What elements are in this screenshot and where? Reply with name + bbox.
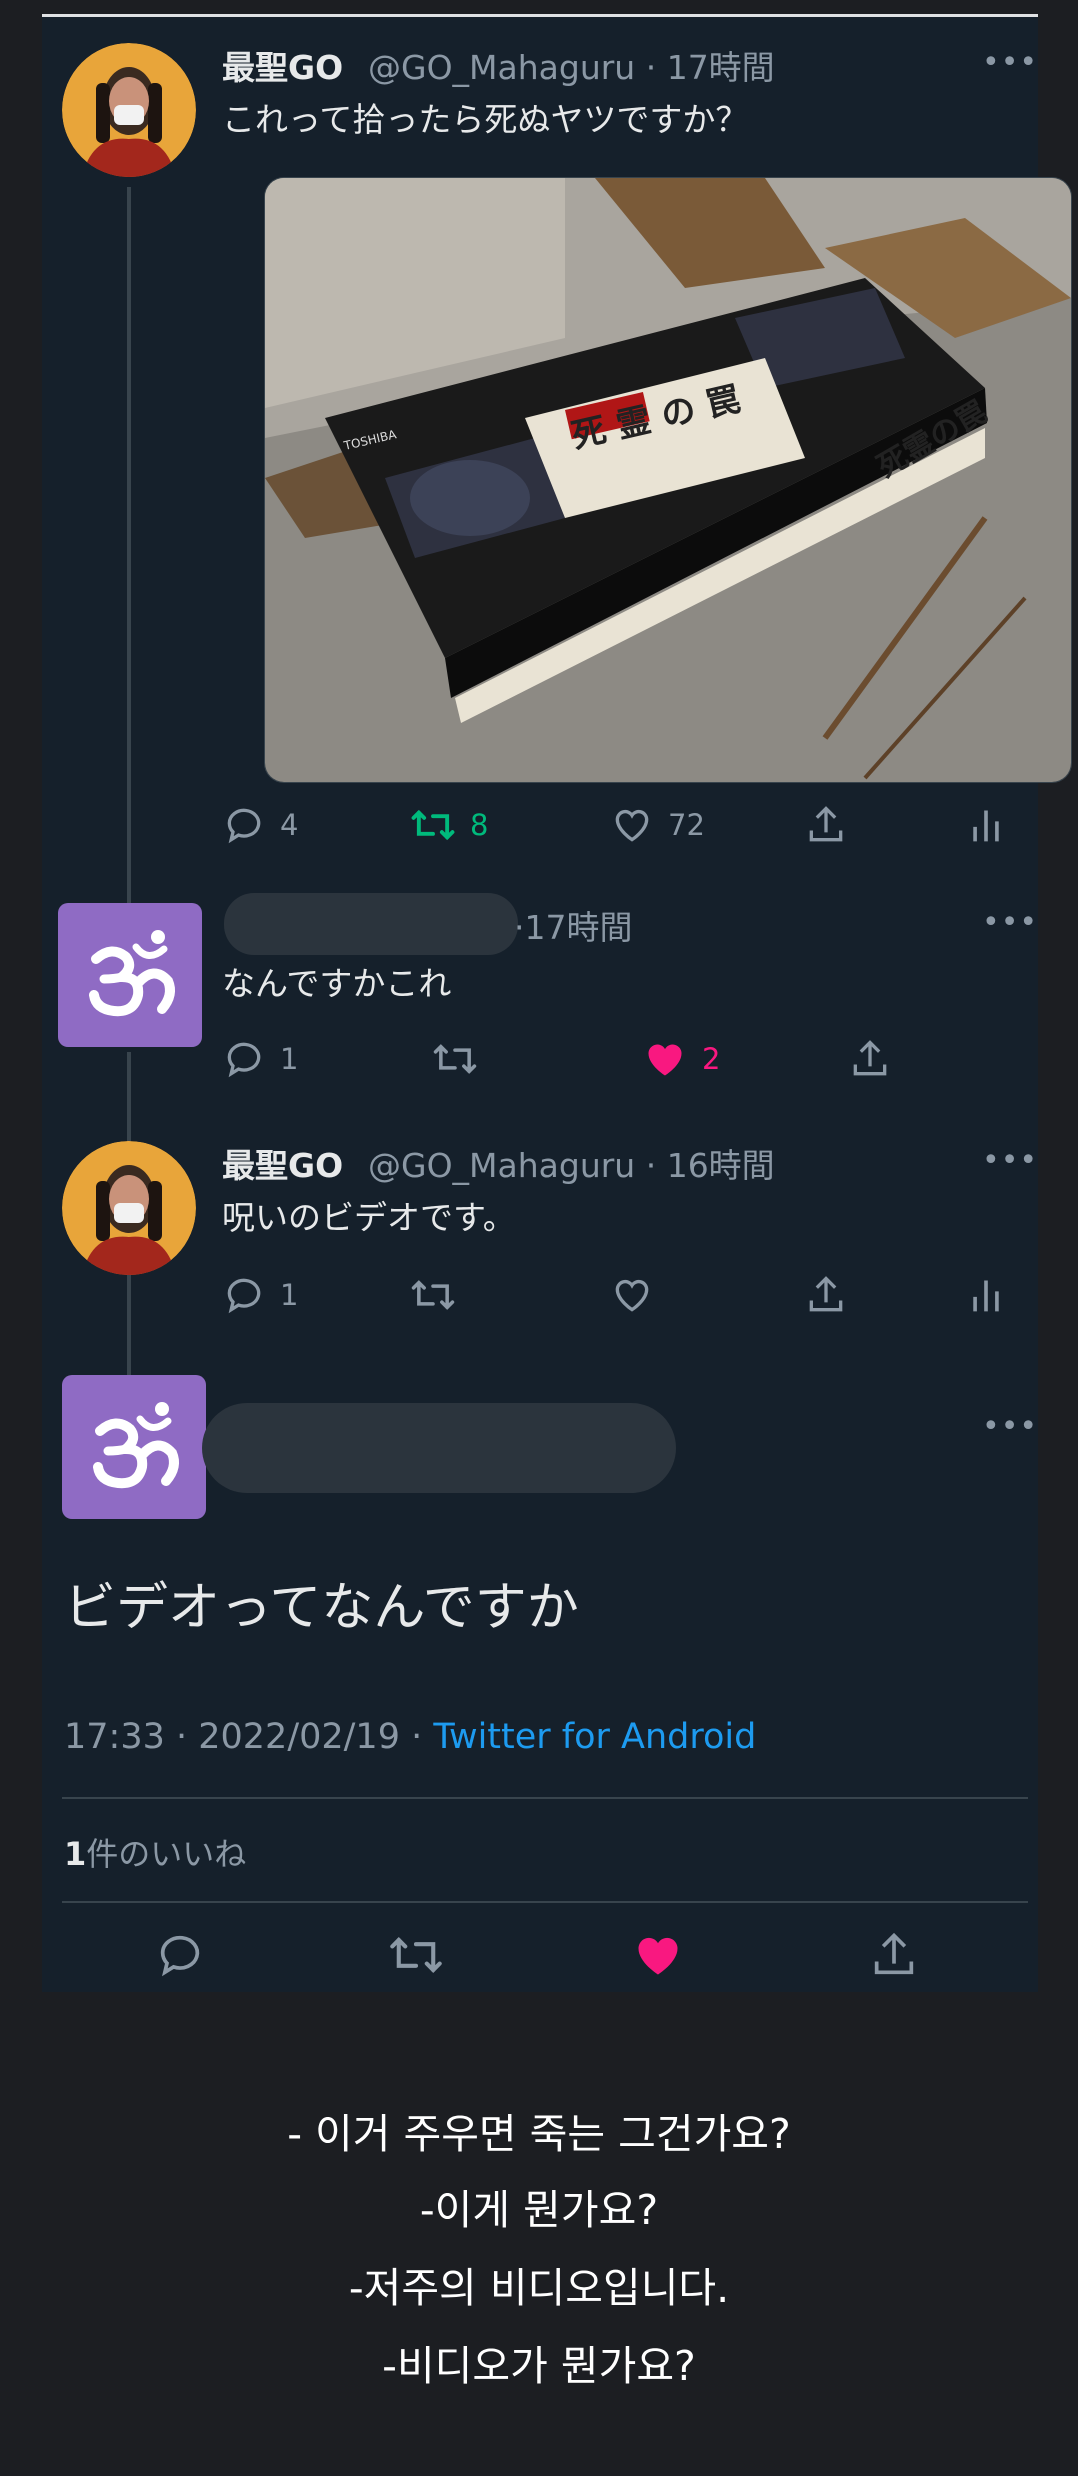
tweet-photo[interactable]: 死 霊 の 罠 死霊の罠 TOSHIBA <box>264 177 1072 783</box>
retweet-button[interactable] <box>432 1037 478 1081</box>
like-button[interactable]: 2 <box>642 1037 720 1081</box>
om-avatar[interactable] <box>58 903 202 1047</box>
thread-line-3 <box>127 1272 131 1382</box>
avatar[interactable] <box>62 43 196 177</box>
retweet-icon <box>411 1280 455 1310</box>
like-count: 72 <box>668 808 705 842</box>
retweet-icon <box>390 1937 442 1973</box>
analytics-icon <box>973 810 999 842</box>
share-button[interactable] <box>868 1929 920 1981</box>
like-button[interactable] <box>610 1273 654 1317</box>
reply-icon <box>227 1278 261 1314</box>
reply-icon <box>160 1935 200 1977</box>
like-count: 2 <box>702 1042 721 1076</box>
divider <box>62 1901 1028 1903</box>
like-button[interactable] <box>630 1929 686 1981</box>
share-icon <box>809 806 843 842</box>
likes-label: 件のいいね <box>86 1835 247 1873</box>
likes-summary[interactable]: 1件のいいね <box>64 1829 246 1875</box>
like-button[interactable]: 72 <box>610 803 705 847</box>
share-button[interactable] <box>848 1037 892 1081</box>
share-icon <box>809 1276 843 1312</box>
like-icon <box>648 1044 682 1076</box>
analytics-button[interactable] <box>966 803 1006 847</box>
like-icon <box>615 810 649 842</box>
reply-icon <box>227 1042 261 1078</box>
reply-button[interactable] <box>154 1929 206 1981</box>
reply-button[interactable]: 1 <box>222 1273 298 1317</box>
source-link[interactable]: Twitter for Android <box>433 1717 756 1757</box>
caption-line-1: - 이거 주우면 죽는 그건가요? <box>287 2110 791 2158</box>
tweet-text: これって拾ったら死ぬヤツですか？ <box>222 100 749 139</box>
divider <box>62 1797 1028 1799</box>
timestamp-text: 17:33 · 2022/02/19 · <box>64 1717 434 1757</box>
retweet-icon <box>411 809 455 841</box>
thread-line-2 <box>127 1052 131 1147</box>
retweet-count: 8 <box>470 808 489 842</box>
reply-text: なんですかこれ <box>222 964 452 1003</box>
handle-and-time[interactable]: @GO_Mahaguru · 17時間 <box>368 41 775 89</box>
analytics-icon <box>973 1280 999 1312</box>
redacted-username <box>202 1403 676 1493</box>
tweet-timestamp: 17:33 · 2022/02/19 · Twitter for Android <box>64 1717 756 1757</box>
caption-line-2: -이게 뭔가요? <box>419 2186 659 2234</box>
om-avatar[interactable] <box>62 1375 206 1519</box>
share-button[interactable] <box>804 1273 848 1317</box>
share-icon <box>874 1932 914 1975</box>
caption-line-3: -저주의 비디오입니다. <box>348 2264 730 2312</box>
like-icon <box>615 1280 649 1312</box>
likes-count: 1 <box>64 1835 87 1873</box>
reply-count: 1 <box>280 1278 299 1312</box>
more-icon[interactable]: ••• <box>982 1143 1038 1178</box>
avatar[interactable] <box>62 1141 196 1275</box>
focus-tweet-text: ビデオってなんですか <box>64 1578 579 1638</box>
share-icon <box>853 1040 887 1076</box>
tweet-thread-panel: 最聖GO @GO_Mahaguru · 17時間 ••• これって拾ったら死ぬヤ… <box>42 17 1072 1992</box>
display-name[interactable]: 最聖GO <box>222 41 343 89</box>
reply-icon <box>227 808 261 844</box>
reply-button[interactable]: 1 <box>222 1037 298 1081</box>
om-icon <box>93 1402 179 1489</box>
retweet-icon <box>433 1044 477 1074</box>
retweet-button[interactable]: 8 <box>410 803 488 847</box>
handle-and-time[interactable]: @GO_Mahaguru · 16時間 <box>368 1139 775 1187</box>
display-name[interactable]: 最聖GO <box>222 1139 343 1187</box>
retweet-button[interactable] <box>410 1273 456 1317</box>
reply-count: 4 <box>280 808 299 842</box>
analytics-button[interactable] <box>966 1273 1006 1317</box>
share-button[interactable] <box>804 803 848 847</box>
retweet-button[interactable] <box>388 1929 444 1981</box>
like-icon <box>638 1937 678 1975</box>
caption-line-4: -비디오가 뭔가요? <box>382 2342 696 2390</box>
om-icon <box>89 930 175 1017</box>
reply-button[interactable]: 4 <box>222 803 298 847</box>
reply-count: 1 <box>280 1042 299 1076</box>
more-icon[interactable]: ••• <box>982 45 1038 80</box>
thread-line-1 <box>127 187 131 907</box>
redacted-username <box>224 893 518 955</box>
more-icon[interactable]: ••• <box>982 905 1038 940</box>
reply-text: 呪いのビデオです。 <box>222 1198 516 1237</box>
more-icon[interactable]: ••• <box>982 1409 1038 1444</box>
reply-time[interactable]: ·17時間 <box>514 901 632 949</box>
